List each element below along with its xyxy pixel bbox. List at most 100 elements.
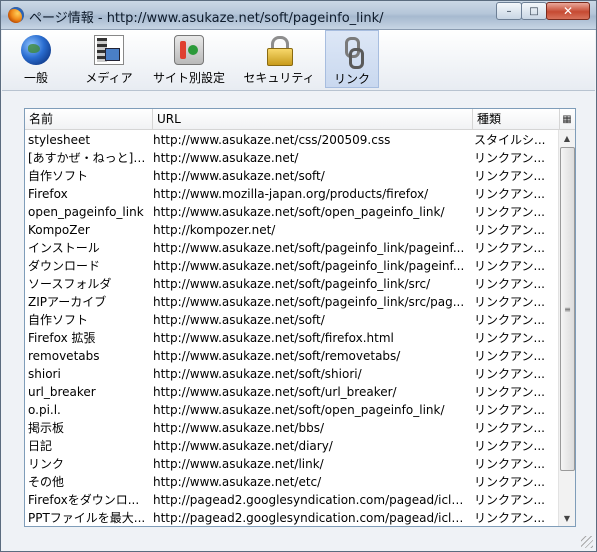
cell-url: http://www.asukaze.net/soft/url_breaker/ — [153, 385, 397, 399]
cell-url: http://www.asukaze.net/css/200509.css — [153, 133, 391, 147]
scroll-thumb[interactable]: ≡ — [560, 147, 575, 471]
minimize-button[interactable]: – — [496, 2, 522, 20]
cell-name: 自作ソフト — [28, 169, 89, 183]
cell-type: リンクアン... — [474, 241, 545, 255]
page-info-toolbar: 一般 メディア サイト別設定 セキュリティ リンク — [2, 30, 595, 91]
cell-type: リンクアン... — [474, 187, 545, 201]
table-row[interactable]: 掲示板 http://www.asukaze.net/bbs/リンクアン... — [25, 419, 558, 437]
table-row[interactable]: ソースフォルダ http://www.asukaze.net/soft/pagei… — [25, 275, 558, 293]
tab-site-settings-label: サイト別設定 — [152, 71, 225, 85]
table-row[interactable]: Firefox http://www.mozilla-japan.org/prod… — [25, 185, 558, 203]
table-header: 名前 URL 種類 ▦ — [25, 109, 575, 130]
cell-type: リンクアン... — [474, 421, 545, 435]
cell-name: shiori — [28, 367, 61, 381]
table-row[interactable]: リンク http://www.asukaze.net/link/リンクアン... — [25, 455, 558, 473]
cell-type: リンクアン... — [474, 169, 545, 183]
table-row[interactable]: o.pi.l. http://www.asukaze.net/soft/open_… — [25, 401, 558, 419]
resize-grip-icon[interactable] — [581, 536, 593, 548]
cell-type: リンクアン... — [474, 223, 545, 237]
links-table: 名前 URL 種類 ▦ stylesheet http://www.asukaze… — [24, 108, 576, 527]
cell-name: Firefox 拡張 — [28, 331, 96, 345]
cell-name: リンク — [28, 457, 65, 471]
cell-type: リンクアン... — [474, 151, 545, 165]
vertical-scrollbar[interactable]: ▲ ≡ ▼ — [558, 130, 575, 526]
scroll-up-arrow-icon[interactable]: ▲ — [559, 130, 575, 146]
cell-type: リンクアン... — [474, 493, 545, 507]
table-row[interactable]: インストール http://www.asukaze.net/soft/pagein… — [25, 239, 558, 257]
cell-name: その他 — [28, 475, 65, 489]
cell-name: インストール — [28, 241, 100, 255]
cell-url: http://www.asukaze.net/etc/ — [153, 475, 322, 489]
cell-name: stylesheet — [28, 133, 91, 147]
cell-name: ソースフォルダ — [28, 277, 112, 291]
cell-type: リンクアン... — [474, 367, 545, 381]
cell-name: open_pageinfo_link — [28, 205, 144, 219]
tab-security-label: セキュリティ — [243, 71, 315, 85]
table-row[interactable]: 日記 http://www.asukaze.net/diary/リンクアン... — [25, 437, 558, 455]
column-header-name[interactable]: 名前 — [25, 109, 153, 129]
cell-type: リンクアン... — [474, 403, 545, 417]
column-header-type[interactable]: 種類 — [473, 109, 560, 129]
column-picker-icon[interactable]: ▦ — [559, 109, 575, 129]
cell-name: Firefox — [28, 187, 68, 201]
cell-type: リンクアン... — [474, 439, 545, 453]
cell-type: リンクアン... — [474, 313, 545, 327]
table-row[interactable]: open_pageinfo_link http://www.asukaze.net… — [25, 203, 558, 221]
window-controls: – □ ✕ — [496, 2, 590, 20]
tab-security[interactable]: セキュリティ — [240, 30, 318, 88]
cell-type: リンクアン... — [474, 511, 545, 525]
table-row[interactable]: [あすかぜ・ねっと] ... http://www.asukaze.net/リンク… — [25, 149, 558, 167]
table-row[interactable]: ダウンロード http://www.asukaze.net/soft/pagein… — [25, 257, 558, 275]
tab-site-settings[interactable]: サイト別設定 — [148, 30, 230, 88]
cell-type: リンクアン... — [474, 205, 545, 219]
table-row[interactable]: PPTファイルを最大... http://pagead2.googlesyndic… — [25, 509, 558, 527]
tab-links[interactable]: リンク — [325, 30, 379, 88]
cell-name: 日記 — [28, 439, 53, 453]
cell-url: http://kompozer.net/ — [153, 223, 276, 237]
table-row[interactable]: ZIPアーカイブ http://www.asukaze.net/soft/page… — [25, 293, 558, 311]
cell-url: http://www.asukaze.net/soft/open_pageinf… — [153, 205, 445, 219]
table-row[interactable]: 自作ソフト http://www.asukaze.net/soft/リンクアン..… — [25, 311, 558, 329]
maximize-button[interactable]: □ — [521, 2, 547, 20]
cell-name: o.pi.l. — [28, 403, 61, 417]
cell-type: リンクアン... — [474, 259, 545, 273]
cell-url: http://www.asukaze.net/soft/pageinfo_lin… — [153, 295, 465, 309]
table-row[interactable]: removetabs http://www.asukaze.net/soft/re… — [25, 347, 558, 365]
cell-url: http://www.asukaze.net/bbs/ — [153, 421, 324, 435]
cell-url: http://pagead2.googlesyndication.com/pag… — [153, 511, 465, 525]
cell-url: http://pagead2.googlesyndication.com/pag… — [153, 493, 465, 507]
cell-url: http://www.asukaze.net/soft/pageinfo_lin… — [153, 259, 465, 273]
cell-type: リンクアン... — [474, 475, 545, 489]
tab-media[interactable]: メディア — [80, 30, 138, 88]
table-row[interactable]: Firefox 拡張 http://www.asukaze.net/soft/fi… — [25, 329, 558, 347]
cell-name: 自作ソフト — [28, 313, 89, 327]
cell-type: リンクアン... — [474, 457, 545, 471]
cell-url: http://www.asukaze.net/diary/ — [153, 439, 333, 453]
tab-links-label: リンク — [333, 72, 370, 86]
cell-url: http://www.asukaze.net/soft/shiori/ — [153, 367, 362, 381]
cell-name: ZIPアーカイブ — [28, 295, 107, 309]
table-row[interactable]: Firefoxをダウンロ... http://pagead2.googlesynd… — [25, 491, 558, 509]
cell-type: リンクアン... — [474, 385, 545, 399]
close-button[interactable]: ✕ — [546, 2, 590, 20]
table-row[interactable]: stylesheet http://www.asukaze.net/css/200… — [25, 131, 558, 149]
globe-icon — [21, 35, 51, 65]
title-bar[interactable]: ページ情報 - http://www.asukaze.net/soft/page… — [1, 1, 596, 30]
cell-name: Firefoxをダウンロ... — [28, 493, 140, 507]
link-chain-icon — [337, 36, 367, 69]
cell-name: KompoZer — [28, 223, 90, 237]
cell-url: http://www.asukaze.net/soft/ — [153, 169, 325, 183]
cell-url: http://www.asukaze.net/link/ — [153, 457, 324, 471]
table-row[interactable]: その他 http://www.asukaze.net/etc/リンクアン... — [25, 473, 558, 491]
table-row[interactable]: url_breaker http://www.asukaze.net/soft/u… — [25, 383, 558, 401]
lock-icon — [264, 35, 294, 66]
scroll-down-arrow-icon[interactable]: ▼ — [559, 510, 575, 526]
tab-media-label: メディア — [85, 71, 133, 85]
table-row[interactable]: shiori http://www.asukaze.net/soft/shiori… — [25, 365, 558, 383]
table-row[interactable]: KompoZer http://kompozer.net/リンクアン... — [25, 221, 558, 239]
table-row[interactable]: 自作ソフト http://www.asukaze.net/soft/リンクアン..… — [25, 167, 558, 185]
cell-name: ダウンロード — [28, 259, 101, 273]
column-header-url[interactable]: URL — [153, 109, 473, 129]
tab-general[interactable]: 一般 — [14, 30, 58, 88]
cell-url: http://www.mozilla-japan.org/products/fi… — [153, 187, 429, 201]
